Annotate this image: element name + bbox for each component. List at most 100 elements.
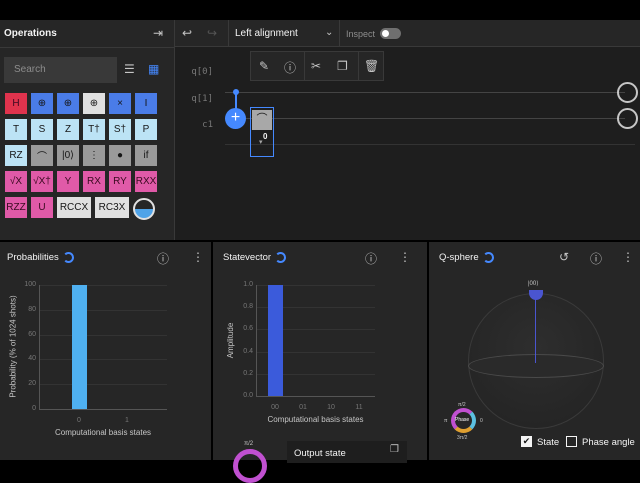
info-icon[interactable]: ⓘ [365, 250, 377, 267]
operations-panel: Operations ⇥ Search ☰ ▦ H ⊕ ⊕ ⊕ × I T S Z T† S† P RZ… [0, 20, 174, 240]
gate-23[interactable]: RXX [135, 171, 157, 192]
gate-8[interactable]: Z [57, 119, 79, 140]
loading-icon [482, 252, 494, 263]
gate-9[interactable]: T† [83, 119, 105, 140]
cut-icon[interactable]: ✂ [311, 59, 321, 73]
alignment-label: Left alignment [235, 28, 298, 39]
phase-bottom: 3π/2 [457, 435, 468, 441]
gridline [39, 334, 167, 336]
gate-18[interactable]: √X [5, 171, 27, 192]
gate-26[interactable]: RCCX [57, 197, 91, 218]
measure-icon: ⌒ [252, 110, 272, 130]
copy-icon[interactable]: ❐ [337, 59, 348, 73]
classical-label: c1 [202, 120, 213, 130]
delete-icon[interactable]: 🗑 [364, 59, 379, 73]
gate-17[interactable]: if [135, 145, 157, 166]
output-state-box: Output state ❐ [287, 441, 407, 463]
x-axis [39, 409, 167, 410]
measure-indicator-q0[interactable] [617, 82, 638, 103]
gate-2[interactable]: ⊕ [57, 93, 79, 114]
gate-0[interactable]: H [5, 93, 27, 114]
y-tick-label: 0.8 [243, 303, 253, 311]
gate-15[interactable]: ⋮ [83, 145, 105, 166]
y-axis [39, 285, 40, 409]
bar-0 [71, 285, 87, 409]
measure-indicator-q1[interactable] [617, 108, 638, 129]
y-tick-label: 40 [28, 355, 36, 363]
redo-icon[interactable]: ↪ [207, 26, 217, 40]
gate-25[interactable]: U [31, 197, 53, 218]
state-checkbox-label: State [537, 437, 560, 448]
gate-5[interactable]: I [135, 93, 157, 114]
state-checkbox[interactable]: ✔ [521, 436, 532, 447]
gate-16[interactable]: ● [109, 145, 131, 166]
gate-27[interactable]: RC3X [95, 197, 129, 218]
output-state-label: Output state [294, 448, 346, 459]
grid-view-icon[interactable]: ▦ [148, 62, 159, 76]
y-tick-label: 0.2 [243, 369, 253, 377]
circuit-area: ↩ ↪ Left alignment ⌄ Inspect q[0] q[1] c… [175, 20, 640, 240]
gridline [39, 384, 167, 386]
loading-icon [275, 252, 287, 263]
undo-icon[interactable]: ↩ [182, 26, 192, 40]
gate-1[interactable]: ⊕ [31, 93, 53, 114]
gate-4[interactable]: × [109, 93, 131, 114]
qubit-label-1: q[1] [191, 94, 213, 104]
inspect-toggle[interactable] [380, 28, 401, 39]
gate-19[interactable]: √X† [31, 171, 53, 192]
gate-21[interactable]: RX [83, 171, 105, 192]
probabilities-panel: Probabilities ⓘ ⋮ 100 80 60 40 20 0 0 1 Computat… [0, 242, 211, 460]
info-icon[interactable]: ⓘ [157, 250, 169, 267]
phase-left: π [444, 418, 448, 424]
gate-7[interactable]: S [31, 119, 53, 140]
gate-6[interactable]: T [5, 119, 27, 140]
chevron-down-icon: ⌄ [325, 27, 334, 38]
gate-20[interactable]: Y [57, 171, 79, 192]
gate-22[interactable]: RY [109, 171, 131, 192]
x-axis [256, 396, 375, 397]
overflow-menu-icon[interactable]: ⋮ [192, 250, 204, 264]
info-icon[interactable]: ⓘ [284, 59, 296, 76]
gate-10[interactable]: S† [109, 119, 131, 140]
overflow-menu-icon[interactable]: ⋮ [399, 250, 411, 264]
y-tick-label: 60 [28, 330, 36, 338]
alignment-dropdown[interactable]: Left alignment ⌄ [229, 20, 339, 47]
phase-center: Phase [455, 417, 470, 423]
custom-gate-icon[interactable] [133, 198, 155, 220]
x-tick-label: 00 [271, 404, 279, 411]
y-tick-label: 20 [28, 380, 36, 388]
measure-gate-selected[interactable]: ⌒ 0 ▾ [250, 107, 274, 157]
y-tick-label: 1.0 [243, 281, 253, 288]
y-tick-label: 80 [28, 305, 36, 313]
phase-angle-checkbox[interactable] [566, 436, 577, 447]
qsphere-title: Q-sphere [439, 252, 479, 264]
overflow-menu-icon[interactable]: ⋮ [622, 250, 634, 264]
cnot-target-gate[interactable]: + [225, 108, 246, 129]
loading-icon [62, 252, 74, 263]
search-input[interactable]: Search [4, 57, 117, 83]
gridline [39, 359, 167, 361]
info-icon[interactable]: ⓘ [590, 250, 602, 267]
gate-13[interactable]: ⌒ [31, 145, 53, 166]
x-tick-label: 1 [125, 417, 129, 424]
gridline [39, 309, 167, 311]
gridline [39, 285, 167, 286]
edit-icon[interactable]: ✎ [259, 59, 269, 73]
qubit-label-0: q[0] [191, 67, 213, 77]
gate-11[interactable]: P [135, 119, 157, 140]
collapse-panel-icon[interactable]: ⇥ [153, 26, 163, 40]
y-tick-label: 0.0 [243, 392, 253, 399]
gate-context-menu: ✎ ⓘ ✂ ❐ 🗑 [250, 51, 384, 81]
list-view-icon[interactable]: ☰ [124, 62, 135, 76]
gate-24[interactable]: RZZ [5, 197, 27, 218]
reset-view-icon[interactable]: ↺ [559, 250, 569, 264]
statevector-panel: Statevector ⓘ ⋮ 1.0 0.8 0.6 0.4 0.2 0.0 00 01 10… [213, 242, 427, 483]
y-axis [256, 285, 257, 396]
y-tick-label: 100 [24, 281, 36, 288]
gate-14[interactable]: |0⟩ [57, 145, 79, 166]
gate-3[interactable]: ⊕ [83, 93, 105, 114]
state-label: |00⟩ [528, 281, 539, 287]
x-axis-label: Computational basis states [267, 415, 364, 424]
gate-12[interactable]: RZ [5, 145, 27, 166]
copy-icon[interactable]: ❐ [390, 444, 399, 455]
